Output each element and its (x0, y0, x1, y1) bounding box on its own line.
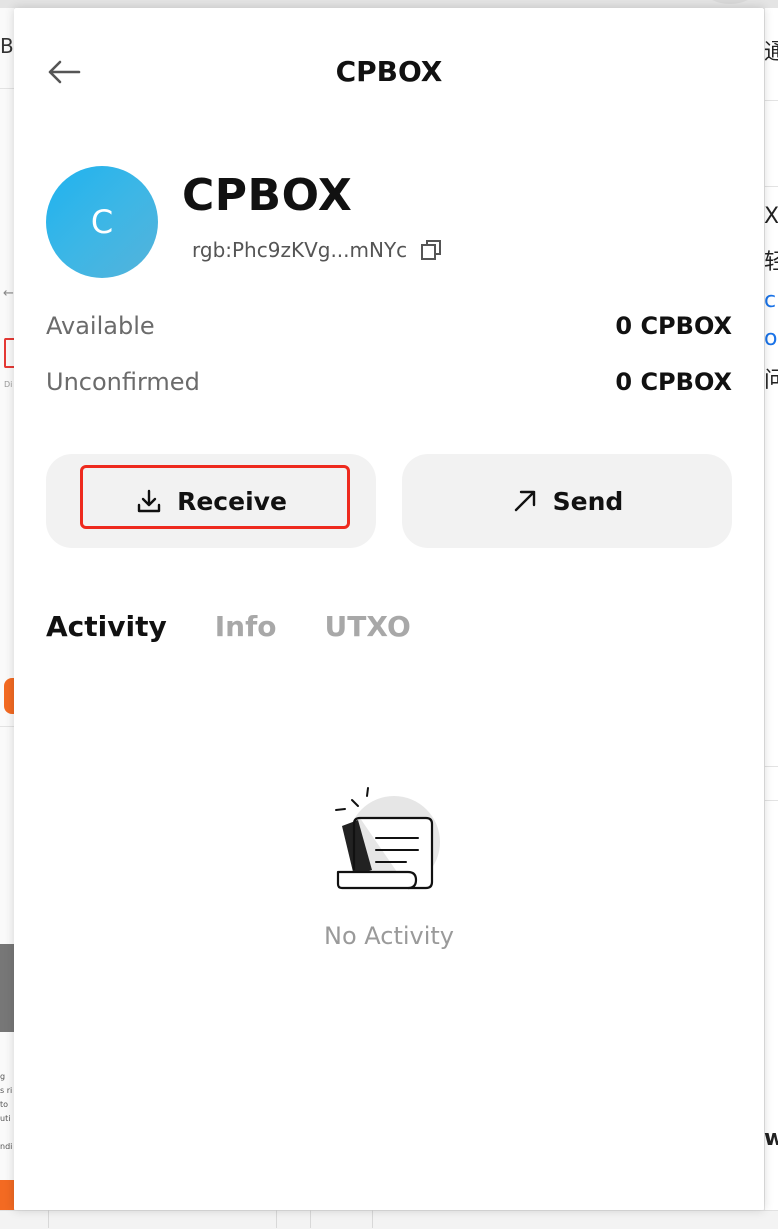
background-left-text: B (0, 34, 14, 58)
download-icon (137, 489, 161, 513)
background-right-text: 问 (764, 368, 778, 393)
wallet-popup: CPBOX C CPBOX rgb:Phc9zKVg...mNYc Availa… (14, 8, 764, 1210)
background-small-text: gs ri to uti ndi (0, 1072, 13, 1151)
background-bottom-band (0, 1210, 778, 1229)
background-divider (764, 766, 778, 767)
copy-button[interactable] (419, 238, 443, 262)
tab-utxo[interactable]: UTXO (325, 610, 411, 643)
background-tiny-text: Di (4, 380, 13, 389)
token-id-row: rgb:Phc9zKVg...mNYc (192, 238, 443, 262)
background-orange-button (4, 678, 14, 714)
token-id: rgb:Phc9zKVg...mNYc (192, 238, 408, 262)
available-label: Available (46, 312, 155, 340)
receive-button[interactable]: Receive (46, 454, 376, 548)
background-divider (372, 1210, 373, 1228)
background-divider (764, 186, 778, 187)
page-title: CPBOX (335, 55, 443, 88)
background-right-text: X (764, 204, 778, 229)
token-avatar-letter: C (90, 203, 114, 241)
unconfirmed-value: 0 CPBOX (615, 368, 732, 396)
background-right-strip (764, 8, 778, 1210)
receive-label: Receive (177, 486, 287, 516)
background-right-text: 轻 (764, 250, 778, 275)
send-button[interactable]: Send (402, 454, 732, 548)
empty-state-text: No Activity (323, 922, 455, 950)
tab-activity[interactable]: Activity (46, 610, 167, 643)
background-right-link: c (764, 288, 777, 313)
background-divider (310, 1210, 311, 1228)
background-orange-block (0, 1180, 14, 1210)
available-value: 0 CPBOX (615, 312, 732, 340)
background-right-text: 通 (764, 40, 778, 65)
token-avatar: C (46, 166, 158, 278)
receipt-icon (335, 787, 440, 890)
tab-bar: Activity Info UTXO (46, 610, 459, 643)
unconfirmed-label: Unconfirmed (46, 368, 200, 396)
tab-info[interactable]: Info (215, 610, 277, 643)
background-arrow-icon: ← (3, 286, 14, 301)
send-label: Send (552, 486, 624, 516)
token-name: CPBOX (182, 170, 353, 221)
background-image (0, 944, 14, 1032)
arrow-up-right-icon (514, 490, 535, 512)
background-left-strip (0, 8, 15, 1228)
unconfirmed-row: Unconfirmed 0 CPBOX (46, 368, 732, 396)
background-divider (764, 800, 778, 801)
background-divider (764, 100, 778, 101)
copy-icon (421, 240, 442, 260)
background-right-link: o (764, 326, 778, 351)
background-divider (48, 1210, 49, 1228)
available-row: Available 0 CPBOX (46, 312, 732, 340)
background-right-text: w (764, 1126, 778, 1151)
background-divider (276, 1210, 277, 1228)
